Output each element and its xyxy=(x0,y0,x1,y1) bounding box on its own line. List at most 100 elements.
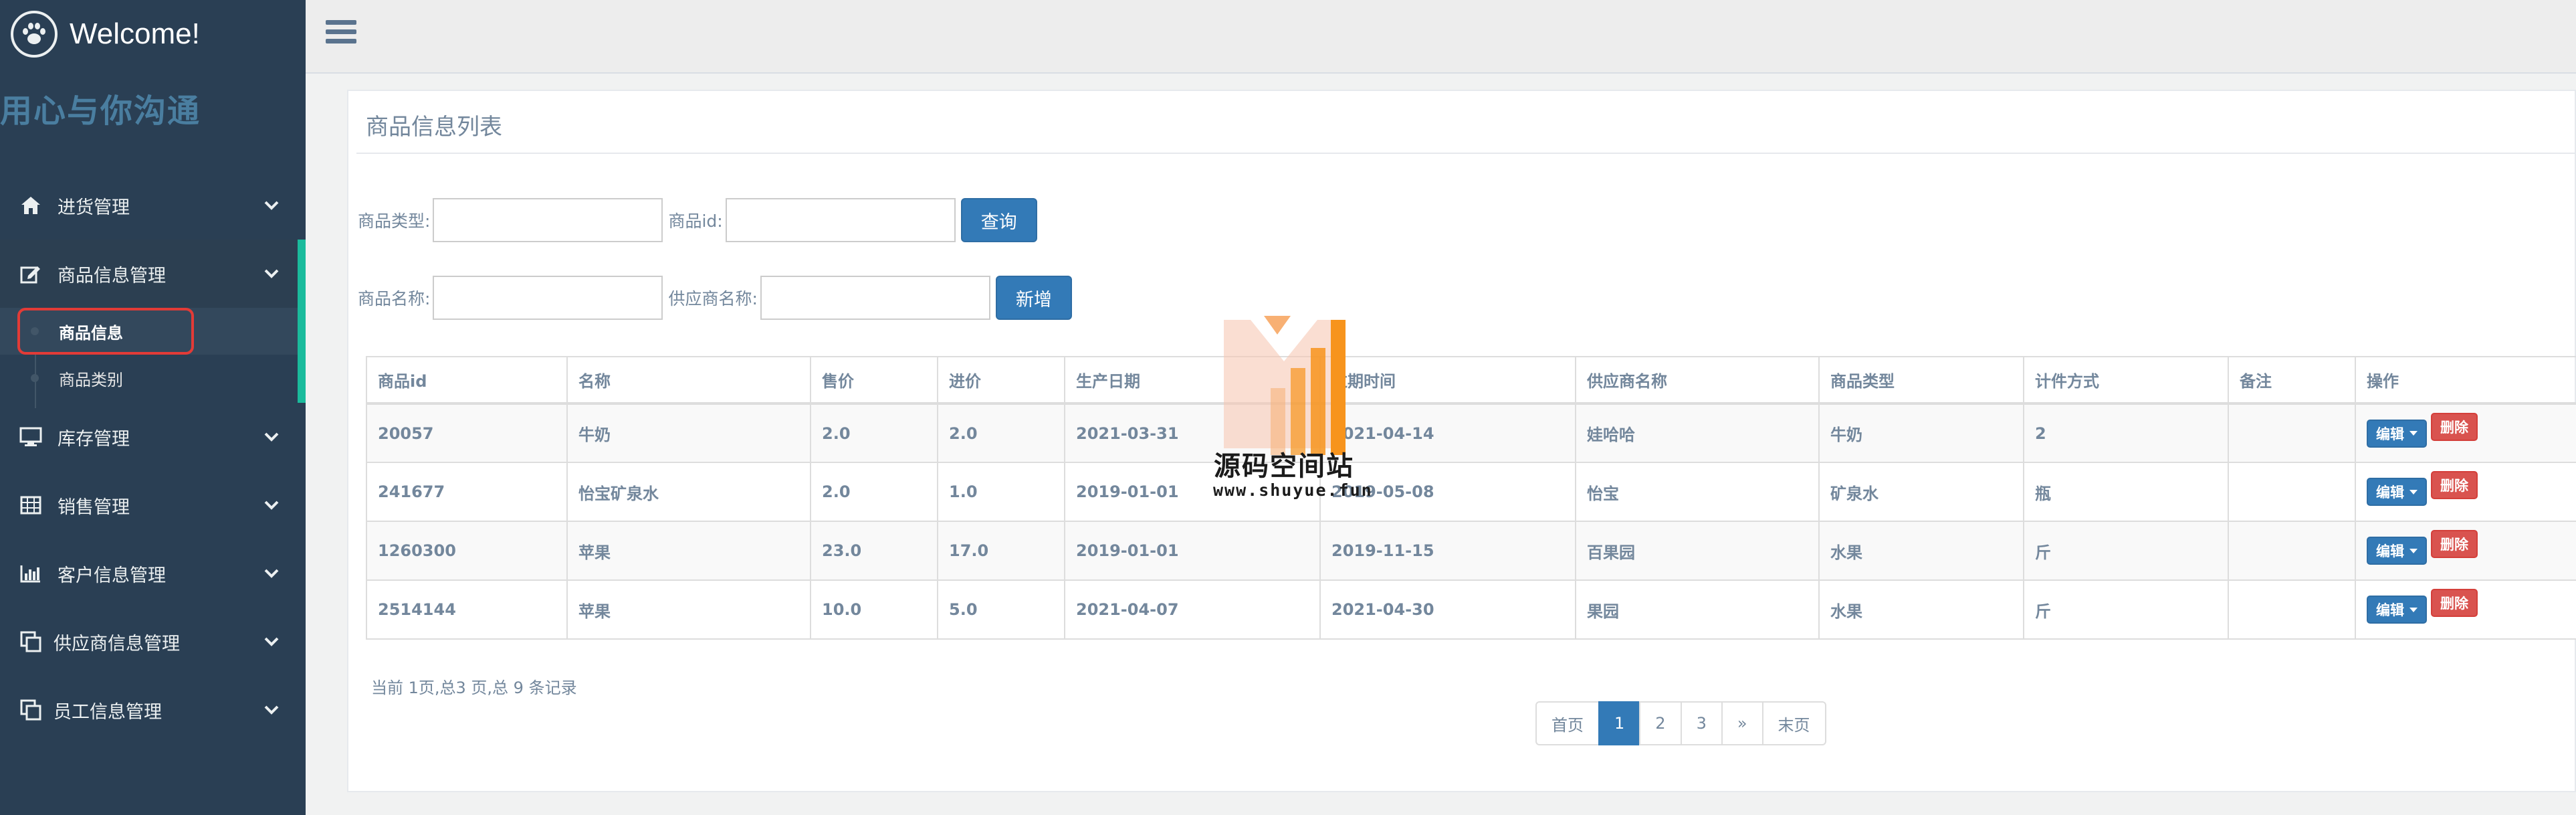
sidebar-item-product-info[interactable]: 商品信息管理 xyxy=(0,240,306,308)
table-cell: 怡宝矿泉水 xyxy=(566,462,811,522)
col-header: 计件方式 xyxy=(2023,356,2229,405)
delete-button[interactable]: 删除 xyxy=(2431,589,2478,617)
caret-down-icon xyxy=(2409,431,2418,436)
edit-dropdown-button[interactable]: 编辑 xyxy=(2367,537,2427,565)
chevron-down-icon xyxy=(260,262,283,285)
delete-button[interactable]: 删除 xyxy=(2431,471,2478,499)
chevron-down-icon xyxy=(260,699,283,721)
sidebar-subitem-product-info[interactable]: 商品信息 xyxy=(0,308,298,355)
table-cell: 2514144 xyxy=(366,579,568,640)
page-title: 商品信息列表 xyxy=(366,114,502,141)
table-cell: 2.0 xyxy=(937,403,1065,463)
chevron-down-icon xyxy=(260,494,283,517)
table-cell: 2.0 xyxy=(810,403,938,463)
table-cell: 2019-11-15 xyxy=(1319,521,1576,581)
page-next[interactable]: » xyxy=(1721,701,1763,745)
sidebar-item-label: 供应商信息管理 xyxy=(53,633,180,654)
sidebar-item-customer[interactable]: 客户信息管理 xyxy=(0,539,306,608)
product-table: 商品id 名称 售价 进价 生产日期 过期时间 供应商名称 商品类型 计件方式 … xyxy=(366,356,2576,640)
col-header: 售价 xyxy=(810,356,938,405)
table-row: 2514144 苹果 10.0 5.0 2021-04-07 2021-04-3… xyxy=(366,579,2576,640)
product-name-label: 商品名称: xyxy=(358,289,431,308)
highlight-box xyxy=(17,308,194,355)
sidebar-item-purchase[interactable]: 进货管理 xyxy=(0,171,306,240)
product-id-label: 商品id: xyxy=(668,211,723,231)
query-button[interactable]: 查询 xyxy=(960,198,1037,242)
table-cell: 2019-01-01 xyxy=(1064,521,1321,581)
sidebar-item-employee[interactable]: 员工信息管理 xyxy=(0,676,306,744)
brand[interactable]: Welcome! xyxy=(11,11,200,58)
paw-icon xyxy=(11,11,58,58)
actions-cell: 编辑 删除 xyxy=(2355,403,2576,463)
table-cell xyxy=(2228,403,2356,463)
table-cell: 2021-04-30 xyxy=(1319,579,1576,640)
table-cell: 斤 xyxy=(2023,521,2229,581)
product-id-input[interactable] xyxy=(725,198,956,242)
table-cell: 17.0 xyxy=(937,521,1065,581)
product-type-input[interactable] xyxy=(433,198,663,242)
record-summary: 当前 1页,总3 页,总 9 条记录 xyxy=(371,678,577,697)
menu-toggle-icon[interactable] xyxy=(326,20,356,51)
sidebar-item-inventory[interactable]: 库存管理 xyxy=(0,403,306,471)
sidebar-item-label: 销售管理 xyxy=(58,496,130,518)
col-header: 生产日期 xyxy=(1064,356,1321,405)
caret-down-icon xyxy=(2409,548,2418,553)
submenu-product-info: 商品信息 商品类别 xyxy=(0,308,306,408)
table-cell: 23.0 xyxy=(810,521,938,581)
table-cell: 2 xyxy=(2023,403,2229,463)
delete-button[interactable]: 删除 xyxy=(2431,530,2478,558)
table-cell: 苹果 xyxy=(566,521,811,581)
sidebar-item-supplier[interactable]: 供应商信息管理 xyxy=(0,608,306,676)
table-cell: 娃哈哈 xyxy=(1575,403,1820,463)
col-header: 操作 xyxy=(2355,356,2576,405)
add-button[interactable]: 新增 xyxy=(995,276,1072,320)
edit-dropdown-button[interactable]: 编辑 xyxy=(2367,419,2427,448)
chevron-down-icon xyxy=(260,426,283,448)
bullet-icon xyxy=(31,374,39,382)
sidebar-item-label: 员工信息管理 xyxy=(53,701,162,723)
table-cell: 水果 xyxy=(1818,579,2024,640)
table-cell: 矿泉水 xyxy=(1818,462,2024,522)
delete-button[interactable]: 删除 xyxy=(2431,412,2478,441)
sidebar-item-label: 进货管理 xyxy=(58,197,130,218)
table-cell: 苹果 xyxy=(566,579,811,640)
sidebar-item-sales[interactable]: 销售管理 xyxy=(0,471,306,539)
table-cell: 1.0 xyxy=(937,462,1065,522)
table-cell xyxy=(2228,521,2356,581)
watermark-title: 源码空间站 xyxy=(1214,451,1354,482)
col-header: 进价 xyxy=(937,356,1065,405)
caret-down-icon xyxy=(2409,489,2418,494)
sidebar-subitem-product-category[interactable]: 商品类别 xyxy=(0,355,298,401)
pagination: 首页 1 2 3 » 末页 xyxy=(1535,701,1826,745)
col-header: 商品id xyxy=(366,356,568,405)
edit-dropdown-button[interactable]: 编辑 xyxy=(2367,478,2427,506)
table-cell: 10.0 xyxy=(810,579,938,640)
sidebar-item-label: 商品信息管理 xyxy=(58,265,166,286)
table-cell: 2021-04-14 xyxy=(1319,403,1576,463)
table-header-row: 商品id 名称 售价 进价 生产日期 过期时间 供应商名称 商品类型 计件方式 … xyxy=(366,356,2576,405)
table-row: 20057 牛奶 2.0 2.0 2021-03-31 2021-04-14 娃… xyxy=(366,403,2576,463)
sidebar-item-label: 库存管理 xyxy=(58,428,130,450)
table-cell: 5.0 xyxy=(937,579,1065,640)
supplier-name-input[interactable] xyxy=(760,276,990,320)
edit-label: 编辑 xyxy=(2376,543,2404,559)
table-row: 1260300 苹果 23.0 17.0 2019-01-01 2019-11-… xyxy=(366,521,2576,581)
col-header: 商品类型 xyxy=(1818,356,2024,405)
edit-dropdown-button[interactable]: 编辑 xyxy=(2367,596,2427,624)
table-cell: 1260300 xyxy=(366,521,568,581)
table-cell: 斤 xyxy=(2023,579,2229,640)
page-first[interactable]: 首页 xyxy=(1535,701,1600,745)
clone-icon xyxy=(19,698,43,722)
col-header: 供应商名称 xyxy=(1575,356,1820,405)
page-last[interactable]: 末页 xyxy=(1761,701,1826,745)
sidebar-menu: 进货管理 商品信息管理 商品信息 商品类别 库存管理 销售管理 客户信息管理 供… xyxy=(0,171,306,744)
actions-cell: 编辑 删除 xyxy=(2355,462,2576,522)
page-1[interactable]: 1 xyxy=(1598,701,1641,745)
bar-chart-icon xyxy=(19,561,43,585)
page-2[interactable]: 2 xyxy=(1639,701,1682,745)
product-name-input[interactable] xyxy=(433,276,663,320)
table-icon xyxy=(19,493,43,517)
table-cell: 2021-04-07 xyxy=(1064,579,1321,640)
table-cell: 20057 xyxy=(366,403,568,463)
page-3[interactable]: 3 xyxy=(1680,701,1723,745)
